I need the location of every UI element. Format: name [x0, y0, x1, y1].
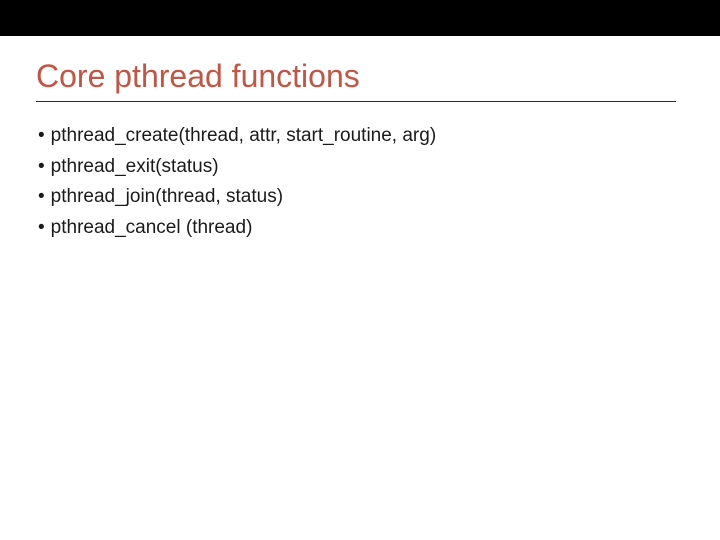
list-item-text: pthread_create(thread, attr, start_routi… — [51, 122, 437, 151]
slide-content: Core pthread functions • pthread_create(… — [0, 36, 720, 242]
list-item-text: pthread_join(thread, status) — [51, 183, 283, 212]
list-item: • pthread_create(thread, attr, start_rou… — [38, 122, 684, 151]
list-item-text: pthread_exit(status) — [51, 153, 219, 182]
list-item-text: pthread_cancel (thread) — [51, 214, 253, 243]
top-bar — [0, 0, 720, 36]
bullet-icon: • — [38, 214, 45, 243]
bullet-icon: • — [38, 122, 45, 151]
list-item: • pthread_cancel (thread) — [38, 214, 684, 243]
list-item: • pthread_join(thread, status) — [38, 183, 684, 212]
bullet-list: • pthread_create(thread, attr, start_rou… — [36, 122, 684, 242]
bullet-icon: • — [38, 153, 45, 182]
list-item: • pthread_exit(status) — [38, 153, 684, 182]
bullet-icon: • — [38, 183, 45, 212]
slide-title: Core pthread functions — [36, 58, 684, 95]
title-divider — [36, 101, 676, 102]
